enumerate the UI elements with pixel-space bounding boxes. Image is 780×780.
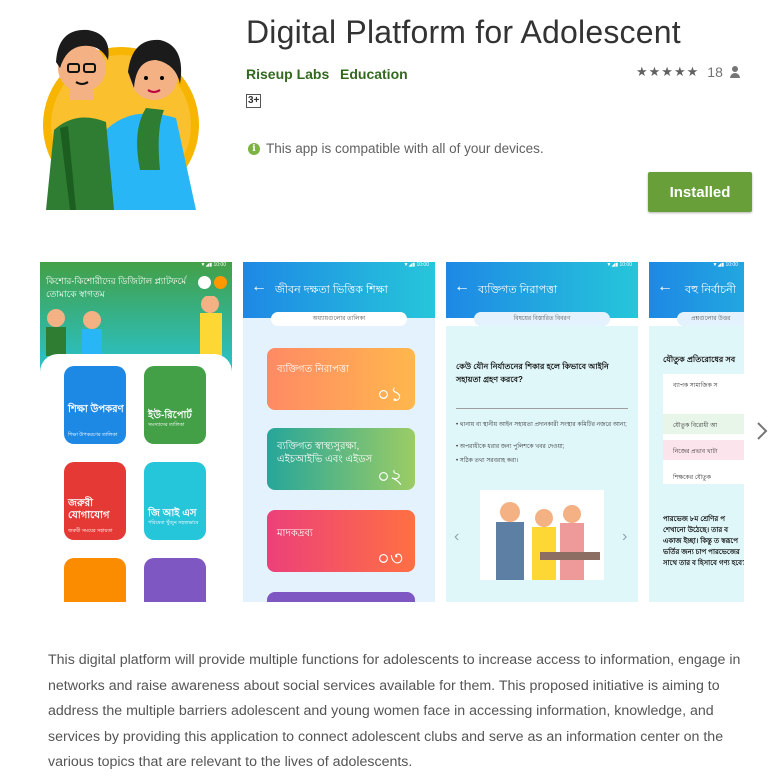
screen-header: জীবন দক্ষতা ভিত্তিক শিক্ষা xyxy=(275,284,388,296)
rating-stars: ★★★★★ xyxy=(636,64,700,79)
mcq-option[interactable]: ব্যাপক সামাজিক স xyxy=(663,380,744,391)
compatibility-text: This app is compatible with all of your … xyxy=(266,141,544,156)
chapter-number: ০৩ xyxy=(377,548,404,570)
question-text: কেউ যৌন নির্যাতনের শিকার হলে কিভাবে আইনি… xyxy=(456,362,609,384)
person-icon xyxy=(729,65,741,79)
tile-subtitle: পরিষেবা খুঁজুন সহজভাবে xyxy=(148,520,199,526)
screenshot-carousel: ▼◢▮ 10:00 কিশোর-কিশোরীদের ডিজিটাল প্ল্যা… xyxy=(40,262,744,602)
chapter-label: ব্যক্তিগত নিরাপত্তা xyxy=(277,364,349,375)
tile-subtitle: শিক্ষা উপকরণের তালিকা xyxy=(68,432,118,438)
back-arrow-icon[interactable]: ← xyxy=(251,278,267,296)
developer-link[interactable]: Riseup Labs xyxy=(246,66,329,82)
tile-subtitle: সমস্যাদের তালিকা xyxy=(148,422,185,428)
kids-illustration xyxy=(46,296,222,356)
rating-count: 18 xyxy=(707,64,723,80)
police-illustration xyxy=(480,490,604,580)
mcq-option[interactable]: যৌতুক বিরোধী আ xyxy=(663,420,744,431)
next-image-icon[interactable]: › xyxy=(622,528,627,546)
tile-title: শিক্ষা উপকরণ xyxy=(68,404,124,415)
screen-header: বহু নির্বাচনী xyxy=(685,284,736,296)
tile-title: জরুরী যোগাযোগ xyxy=(68,498,110,521)
app-description: This digital platform will provide multi… xyxy=(48,652,741,771)
bullet-item: • সঠিক তথ্য সরবরাহ করা। xyxy=(456,458,519,464)
search-icon xyxy=(198,276,211,289)
back-arrow-icon[interactable]: ← xyxy=(657,278,673,296)
screenshot-1[interactable]: ▼◢▮ 10:00 কিশোর-কিশোরীদের ডিজিটাল প্ল্যা… xyxy=(40,262,232,602)
chapter-number: ০২ xyxy=(377,466,404,488)
passage-text: পারভেজ ৮ম শ্রেণির প শেখানো উঠেছে। তার ব … xyxy=(663,516,744,567)
screen-subtitle: বিষয়ের বিস্তারিত বিবরণ xyxy=(474,312,610,326)
installed-button[interactable]: Installed xyxy=(648,172,752,212)
rating-summary: ★★★★★ 18 xyxy=(636,64,741,80)
question-text: যৌতুক প্রতিরোধের সব xyxy=(663,355,736,364)
screen-header: ব্যক্তিগত নিরাপত্তা xyxy=(478,284,558,296)
bullet-item: • অপরাধীকে ধরার জন্য পুলিশকে খবর দেওয়া; xyxy=(456,444,565,450)
chapter-label: মাদকদ্রব্য xyxy=(277,528,313,539)
tile-subtitle: জরুরী সময়ের সহায়তা xyxy=(68,528,113,534)
app-title: Digital Platform for Adolescent xyxy=(246,14,681,50)
info-icon: i xyxy=(248,142,260,155)
screenshot-3[interactable]: ▼◢▮ 10:00 ← ব্যক্তিগত নিরাপত্তা বিষয়ের … xyxy=(446,262,638,602)
chevron-right-icon[interactable] xyxy=(754,420,770,442)
prev-image-icon[interactable]: ‹ xyxy=(454,528,459,546)
age-rating-badge[interactable]: 3+ xyxy=(246,94,262,108)
category-link[interactable]: Education xyxy=(340,66,408,82)
app-icon xyxy=(43,29,199,210)
chapter-number: ০১ xyxy=(377,384,403,406)
back-arrow-icon[interactable]: ← xyxy=(454,278,470,296)
mcq-option[interactable]: শিক্ষকের যৌতুক xyxy=(663,472,744,483)
screen-subtitle: প্রশ্নগুলোর উত্তর xyxy=(677,312,744,326)
app-detail-page: Digital Platform for Adolescent Riseup L… xyxy=(0,0,780,780)
chapter-label: ব্যক্তিগত স্বাস্থ্যসুরক্ষা, এইচআইভি এবং … xyxy=(277,441,373,465)
profile-icon xyxy=(214,276,227,289)
mcq-option[interactable]: নিজের প্রভাব খাটা xyxy=(663,446,744,457)
bullet-item: • থানায় বা স্থানীয় আইন সহায়তা প্রদানক… xyxy=(456,422,627,428)
screenshot-4[interactable]: ▼◢▮ 10:00 ← বহু নির্বাচনী প্রশ্নগুলোর উত… xyxy=(649,262,744,602)
screenshot-2[interactable]: ▼◢▮ 10:00 ← জীবন দক্ষতা ভিত্তিক শিক্ষা অ… xyxy=(243,262,435,602)
compatibility-notice: i This app is compatible with all of you… xyxy=(248,141,544,156)
screen-subtitle: অধ্যায়গুলোর তালিকা xyxy=(271,312,407,326)
